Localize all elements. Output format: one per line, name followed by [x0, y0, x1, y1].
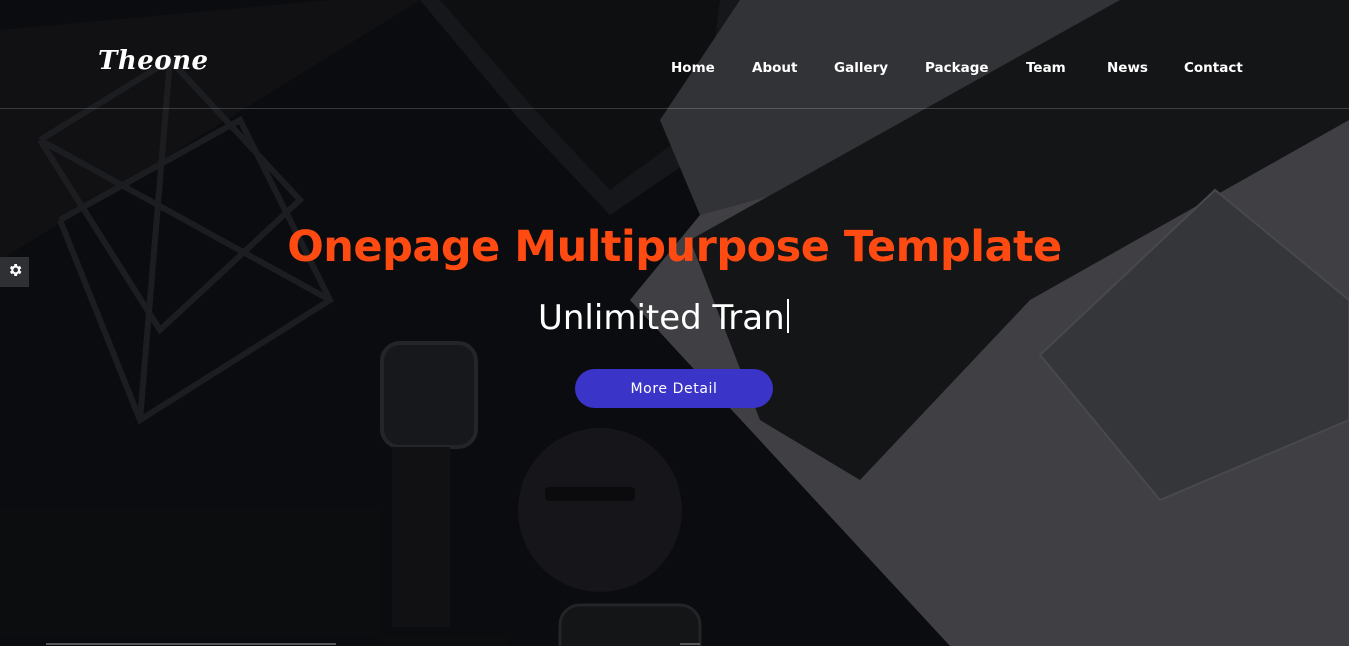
nav-item-team[interactable]: Team [1026, 60, 1066, 76]
nav-item-about[interactable]: About [752, 60, 797, 76]
hero-headline: Onepage Multipurpose Template [287, 222, 1062, 272]
nav-item-package[interactable]: Package [925, 60, 989, 76]
typed-subheadline: Unlimited Tran [538, 298, 789, 338]
nav-item-home[interactable]: Home [671, 60, 715, 76]
typed-text: Unlimited Tran [538, 298, 785, 338]
nav-item-news[interactable]: News [1107, 60, 1148, 76]
more-detail-button[interactable]: More Detail [575, 369, 773, 408]
nav-item-gallery[interactable]: Gallery [834, 60, 888, 76]
bottom-divider-small [680, 643, 700, 645]
typing-cursor [786, 299, 789, 333]
brand-logo[interactable]: Theone [98, 46, 209, 76]
bottom-divider [46, 643, 336, 645]
nav-item-contact[interactable]: Contact [1184, 60, 1243, 76]
top-navbar: Theone Home About Gallery Package Team N… [0, 0, 1349, 109]
